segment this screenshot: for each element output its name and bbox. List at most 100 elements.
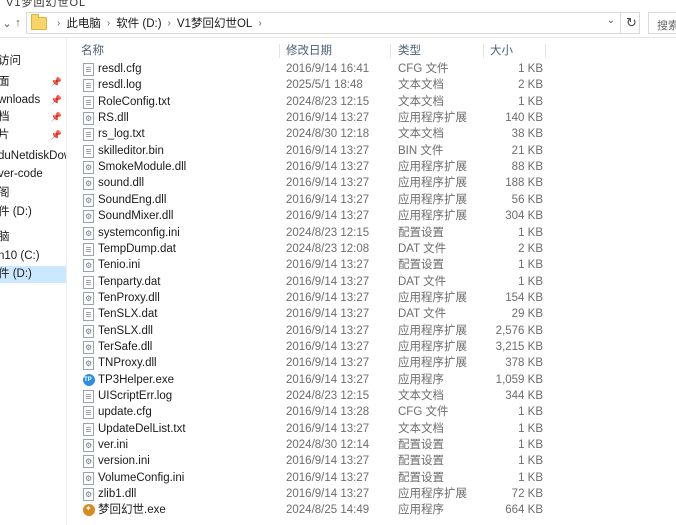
table-row[interactable]: TenSLX.dat 2016/9/14 13:27 DAT 文件 29 KB (77, 306, 617, 322)
chevron-right-icon[interactable]: › (107, 18, 110, 29)
chevron-right-icon[interactable]: › (168, 18, 171, 29)
table-row[interactable]: sound.dll 2016/9/14 13:27 应用程序扩展 188 KB (77, 175, 617, 193)
file-date: 2016/9/14 13:27 (286, 324, 370, 337)
sidebar-item-selected[interactable]: 件 (D:) (0, 266, 66, 283)
column-header-name[interactable]: 名称 (81, 42, 104, 60)
table-row[interactable]: RS.dll 2016/9/14 13:27 应用程序扩展 140 KB (77, 110, 617, 127)
column-header-date[interactable]: 修改日期 (286, 42, 332, 60)
file-icon (83, 242, 94, 256)
file-name: TP3Helper.exe (98, 373, 175, 386)
file-name: 梦回幻世.exe (98, 504, 166, 517)
table-row[interactable]: ver.ini 2024/8/30 12:14 配置设置 1 KB (77, 437, 617, 454)
file-icon (83, 63, 94, 76)
table-row[interactable]: TerSafe.dll 2016/9/14 13:27 应用程序扩展 3,215 KB (77, 339, 617, 356)
table-row[interactable]: version.ini 2016/9/14 13:27 配置设置 1 KB (77, 453, 617, 471)
column-header-type[interactable]: 类型 (398, 42, 421, 60)
sidebar-item[interactable]: 脑 (0, 229, 66, 246)
table-row[interactable]: 梦回幻世.exe 2024/8/25 14:49 应用程序 664 KB (77, 501, 617, 518)
file-name: UpdateDelList.txt (98, 422, 186, 435)
file-size: 29 KB (511, 308, 543, 321)
table-row[interactable]: resdl.log 2025/5/1 18:48 文本文档 2 KB (77, 77, 617, 93)
recent-locations-chevron-icon[interactable]: ⌄ (2, 14, 12, 32)
table-row[interactable]: TenProxy.dll 2016/9/14 13:27 应用程序扩展 154 KB (77, 290, 617, 307)
file-type: 文本文档 (398, 390, 444, 402)
table-row[interactable]: resdl.cfg 2016/9/14 16:41 CFG 文件 1 KB (77, 61, 617, 77)
sidebar-item[interactable]: duNetdiskDow (0, 148, 66, 165)
table-row[interactable]: zlib1.dll 2016/9/14 13:27 应用程序扩展 72 KB (77, 486, 617, 503)
file-name: SoundMixer.dll (98, 210, 174, 223)
search-input[interactable]: 搜索 (648, 12, 676, 34)
table-row[interactable]: UpdateDelList.txt 2016/9/14 13:27 文本文档 1 KB (77, 421, 617, 437)
breadcrumb-current-folder[interactable]: V1梦回幻世OL (177, 15, 252, 31)
table-row[interactable]: SmokeModule.dll 2016/9/14 13:27 应用程序扩展 88 K… (77, 159, 617, 176)
table-row[interactable]: TempDump.dat 2024/8/23 12:08 DAT 文件 2 KB (77, 241, 617, 257)
file-name: version.ini (98, 455, 150, 468)
pin-icon: 📌 (50, 95, 62, 105)
text-file-icon (83, 95, 94, 109)
chevron-right-icon[interactable]: › (258, 18, 261, 29)
table-row[interactable]: TenSLX.dll 2016/9/14 13:27 应用程序扩展 2,576 KB (77, 323, 617, 340)
column-divider[interactable] (483, 44, 484, 58)
breadcrumb-drive-d[interactable]: 软件 (D:) (116, 15, 161, 31)
sidebar-item[interactable]: 片📌 (0, 127, 66, 144)
table-row[interactable]: VolumeConfig.ini 2016/9/14 13:27 配置设置 1 KB (77, 470, 617, 487)
chevron-right-icon[interactable]: › (57, 18, 60, 29)
dll-icon (83, 193, 94, 209)
pin-icon: 📌 (50, 130, 62, 140)
file-name: UIScriptErr.log (98, 390, 173, 402)
table-row[interactable]: TP3Helper.exe 2016/9/14 13:27 应用程序 1,059 KB (77, 372, 617, 388)
file-size: 188 KB (505, 177, 543, 190)
file-date: 2024/8/23 12:15 (286, 226, 370, 239)
breadcrumb-this-pc[interactable]: 此电脑 (66, 15, 101, 31)
column-header-size[interactable]: 大小 (490, 42, 513, 60)
table-row[interactable]: Tenio.ini 2016/9/14 13:27 配置设置 1 KB (77, 257, 617, 275)
navigation-pane: 访问 面📌 wnloads📌 档📌 片📌 duNetdiskDow ver-co… (0, 38, 67, 525)
dll-icon (83, 111, 94, 127)
table-row[interactable]: systemconfig.ini 2024/8/23 12:15 配置设置 1 KB (77, 225, 617, 242)
file-date: 2016/9/14 13:27 (286, 210, 370, 223)
column-divider[interactable] (545, 44, 546, 58)
game-exe-icon (83, 501, 95, 518)
sidebar-item[interactable]: 件 (D:) (0, 204, 66, 221)
file-name: RS.dll (98, 112, 129, 125)
column-divider[interactable] (390, 44, 391, 58)
file-name: sound.dll (98, 177, 145, 190)
address-box[interactable]: › 此电脑 › 软件 (D:) › V1梦回幻世OL › ⌄ (26, 12, 640, 34)
sidebar-item[interactable]: 档📌 (0, 109, 66, 126)
column-divider[interactable] (279, 44, 280, 58)
table-row[interactable]: SoundMixer.dll 2016/9/14 13:27 应用程序扩展 304 K… (77, 208, 617, 226)
file-size: 1 KB (518, 226, 543, 239)
ini-icon (83, 454, 94, 471)
file-type: 应用程序扩展 (398, 210, 467, 223)
file-size: 1 KB (518, 406, 543, 419)
file-icon (83, 144, 94, 158)
up-arrow-icon[interactable]: ↑ (12, 14, 24, 32)
sidebar-item[interactable]: 面📌 (0, 74, 66, 91)
file-type: 应用程序扩展 (398, 112, 467, 125)
sidebar-item[interactable]: 访问 (0, 53, 66, 70)
table-row[interactable]: update.cfg 2016/9/14 13:28 CFG 文件 1 KB (77, 404, 617, 420)
table-row[interactable]: Tenparty.dat 2016/9/14 13:27 DAT 文件 1 KB (77, 274, 617, 290)
table-row[interactable]: TNProxy.dll 2016/9/14 13:27 应用程序扩展 378 KB (77, 355, 617, 373)
table-row[interactable]: RoleConfig.txt 2024/8/23 12:15 文本文档 1 KB (77, 94, 617, 110)
sidebar-item[interactable]: 阁 (0, 185, 66, 202)
file-name: SmokeModule.dll (98, 161, 187, 174)
file-size: 378 KB (505, 357, 543, 370)
sidebar-item[interactable]: n10 (C:) (0, 248, 66, 265)
file-size: 88 KB (511, 161, 543, 174)
table-row[interactable]: skilleditor.bin 2016/9/14 13:27 BIN 文件 21 K… (77, 143, 617, 159)
refresh-icon[interactable]: ↻ (620, 12, 642, 34)
dll-icon (83, 324, 94, 340)
file-list: 名称 修改日期 类型 大小 resdl.cfg 2016/9/14 16:41 CF… (67, 38, 676, 525)
table-row[interactable]: rs_log.txt 2024/8/30 12:18 文本文档 38 KB (77, 126, 617, 142)
address-dropdown-icon[interactable]: ⌄ (607, 15, 615, 26)
file-date: 2016/9/14 16:41 (286, 63, 370, 75)
table-row[interactable]: UIScriptErr.log 2024/8/23 12:15 文本文档 344 KB (77, 388, 617, 404)
file-name: zlib1.dll (98, 488, 137, 501)
table-row[interactable]: SoundEng.dll 2016/9/14 13:27 应用程序扩展 56 KB (77, 192, 617, 209)
sidebar-item[interactable]: ver-code (0, 166, 66, 183)
file-date: 2016/9/14 13:27 (286, 357, 370, 370)
file-name: Tenio.ini (98, 259, 141, 272)
sidebar-item[interactable]: wnloads 📌 (0, 92, 66, 109)
file-type: 应用程序扩展 (398, 340, 467, 353)
